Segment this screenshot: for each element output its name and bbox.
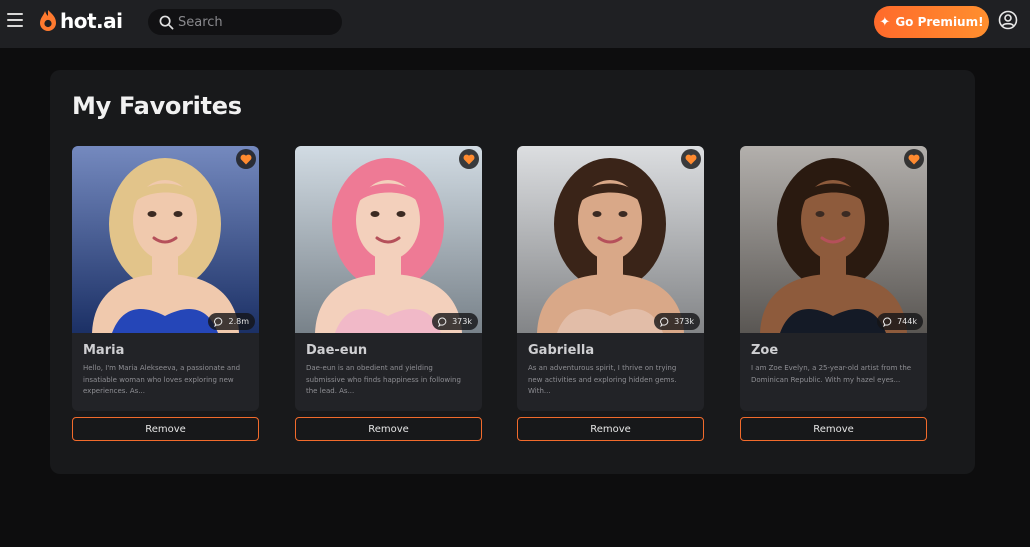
character-name: Maria xyxy=(83,343,125,358)
go-premium-button[interactable]: ✦ Go Premium! xyxy=(874,6,989,38)
card-body[interactable]: 373k Gabriella As an adventurous spirit,… xyxy=(517,146,704,411)
remove-button[interactable]: Remove xyxy=(517,417,704,441)
favorite-heart-button[interactable] xyxy=(904,149,924,169)
heart-icon xyxy=(685,154,697,164)
character-name: Gabriella xyxy=(528,343,595,358)
message-count-badge: 373k xyxy=(654,313,700,330)
character-description: As an adventurous spirit, I thrive on tr… xyxy=(528,364,677,395)
character-name: Dae-eun xyxy=(306,343,368,358)
chat-bubble-icon xyxy=(438,317,447,327)
character-description: Hello, I'm Maria Alekseeva, a passionate… xyxy=(83,364,241,395)
favorites-panel: My Favorites 2.8m Maria Hello, I'm Maria… xyxy=(50,70,975,474)
chat-bubble-icon xyxy=(660,317,669,327)
card-body[interactable]: 2.8m Maria Hello, I'm Maria Alekseeva, a… xyxy=(72,146,259,411)
character-portrait xyxy=(72,146,259,333)
message-count: 373k xyxy=(674,317,694,326)
heart-icon xyxy=(240,154,252,164)
remove-button[interactable]: Remove xyxy=(740,417,927,441)
character-name: Zoe xyxy=(751,343,779,358)
favorite-heart-button[interactable] xyxy=(681,149,701,169)
remove-button[interactable]: Remove xyxy=(72,417,259,441)
heart-icon xyxy=(463,154,475,164)
message-count: 744k xyxy=(897,317,917,326)
character-photo[interactable]: 373k xyxy=(295,146,482,333)
chat-bubble-icon xyxy=(883,317,892,327)
character-card[interactable]: 373k Dae-eun Dae-eun is an obedient and … xyxy=(295,146,482,441)
message-count: 373k xyxy=(452,317,472,326)
character-description: Dae-eun is an obedient and yielding subm… xyxy=(306,364,461,395)
character-card[interactable]: 2.8m Maria Hello, I'm Maria Alekseeva, a… xyxy=(72,146,259,441)
favorite-heart-button[interactable] xyxy=(236,149,256,169)
page-title: My Favorites xyxy=(72,92,242,120)
character-photo[interactable]: 373k xyxy=(517,146,704,333)
heart-icon xyxy=(908,154,920,164)
search-input[interactable] xyxy=(178,14,328,30)
search-bar[interactable] xyxy=(148,9,342,35)
message-count-badge: 744k xyxy=(877,313,923,330)
message-count-badge: 2.8m xyxy=(208,313,255,330)
message-count-badge: 373k xyxy=(432,313,478,330)
character-card[interactable]: 744k Zoe I am Zoe Evelyn, a 25-year-old … xyxy=(740,146,927,441)
chat-bubble-icon xyxy=(214,317,223,327)
character-portrait xyxy=(295,146,482,333)
flame-logo-icon xyxy=(40,10,56,31)
character-portrait xyxy=(740,146,927,333)
logo-text: hot.ai xyxy=(60,9,123,33)
logo[interactable]: hot.ai xyxy=(38,9,123,33)
card-body[interactable]: 373k Dae-eun Dae-eun is an obedient and … xyxy=(295,146,482,411)
user-icon[interactable] xyxy=(998,10,1018,30)
character-description: I am Zoe Evelyn, a 25-year-old artist fr… xyxy=(751,364,912,384)
message-count: 2.8m xyxy=(228,317,249,326)
remove-button[interactable]: Remove xyxy=(295,417,482,441)
go-premium-label: Go Premium! xyxy=(895,15,984,29)
favorite-heart-button[interactable] xyxy=(459,149,479,169)
menu-icon[interactable] xyxy=(7,13,23,27)
character-photo[interactable]: 744k xyxy=(740,146,927,333)
character-portrait xyxy=(517,146,704,333)
character-card[interactable]: 373k Gabriella As an adventurous spirit,… xyxy=(517,146,704,441)
top-bar: hot.ai ✦ Go Premium! xyxy=(0,0,1030,48)
sparkle-icon: ✦ xyxy=(879,14,891,30)
card-body[interactable]: 744k Zoe I am Zoe Evelyn, a 25-year-old … xyxy=(740,146,927,411)
character-photo[interactable]: 2.8m xyxy=(72,146,259,333)
search-icon xyxy=(159,15,174,29)
